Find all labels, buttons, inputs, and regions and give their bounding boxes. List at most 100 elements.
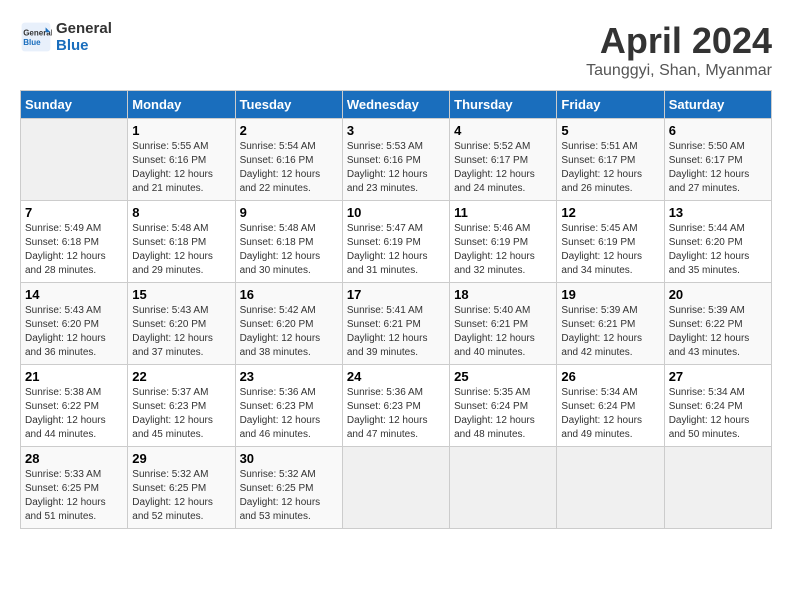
logo-icon: General Blue — [20, 21, 52, 53]
calendar-cell: 13 Sunrise: 5:44 AM Sunset: 6:20 PM Dayli… — [664, 201, 771, 283]
calendar-cell: 6 Sunrise: 5:50 AM Sunset: 6:17 PM Daylig… — [664, 119, 771, 201]
calendar-cell: 4 Sunrise: 5:52 AM Sunset: 6:17 PM Daylig… — [450, 119, 557, 201]
calendar-day-header: Wednesday — [342, 91, 449, 119]
day-number: 7 — [25, 205, 123, 220]
day-number: 13 — [669, 205, 767, 220]
day-info: Sunrise: 5:48 AM Sunset: 6:18 PM Dayligh… — [132, 222, 230, 278]
day-info: Sunrise: 5:43 AM Sunset: 6:20 PM Dayligh… — [132, 304, 230, 360]
day-info: Sunrise: 5:39 AM Sunset: 6:22 PM Dayligh… — [669, 304, 767, 360]
calendar-week-row: 28 Sunrise: 5:33 AM Sunset: 6:25 PM Dayli… — [21, 447, 772, 529]
calendar-day-header: Thursday — [450, 91, 557, 119]
calendar-day-header: Friday — [557, 91, 664, 119]
calendar-cell: 3 Sunrise: 5:53 AM Sunset: 6:16 PM Daylig… — [342, 119, 449, 201]
day-info: Sunrise: 5:36 AM Sunset: 6:23 PM Dayligh… — [347, 386, 445, 442]
logo-text-line1: General — [56, 20, 112, 37]
day-number: 30 — [240, 451, 338, 466]
logo: General Blue General Blue — [20, 20, 112, 54]
day-number: 18 — [454, 287, 552, 302]
day-number: 19 — [561, 287, 659, 302]
calendar-cell: 1 Sunrise: 5:55 AM Sunset: 6:16 PM Daylig… — [128, 119, 235, 201]
calendar-cell: 17 Sunrise: 5:41 AM Sunset: 6:21 PM Dayli… — [342, 283, 449, 365]
day-info: Sunrise: 5:51 AM Sunset: 6:17 PM Dayligh… — [561, 140, 659, 196]
day-info: Sunrise: 5:48 AM Sunset: 6:18 PM Dayligh… — [240, 222, 338, 278]
day-number: 15 — [132, 287, 230, 302]
calendar-week-row: 14 Sunrise: 5:43 AM Sunset: 6:20 PM Dayli… — [21, 283, 772, 365]
day-info: Sunrise: 5:49 AM Sunset: 6:18 PM Dayligh… — [25, 222, 123, 278]
calendar-cell: 8Sunrise: 5:48 AM Sunset: 6:18 PM Daylig… — [128, 201, 235, 283]
day-number: 16 — [240, 287, 338, 302]
day-info: Sunrise: 5:35 AM Sunset: 6:24 PM Dayligh… — [454, 386, 552, 442]
day-number: 14 — [25, 287, 123, 302]
calendar-cell: 27 Sunrise: 5:34 AM Sunset: 6:24 PM Dayli… — [664, 365, 771, 447]
day-number: 22 — [132, 369, 230, 384]
calendar-week-row: 1 Sunrise: 5:55 AM Sunset: 6:16 PM Daylig… — [21, 119, 772, 201]
day-info: Sunrise: 5:39 AM Sunset: 6:21 PM Dayligh… — [561, 304, 659, 360]
calendar-cell: 26Sunrise: 5:34 AM Sunset: 6:24 PM Dayli… — [557, 365, 664, 447]
day-number: 3 — [347, 123, 445, 138]
day-info: Sunrise: 5:41 AM Sunset: 6:21 PM Dayligh… — [347, 304, 445, 360]
day-info: Sunrise: 5:42 AM Sunset: 6:20 PM Dayligh… — [240, 304, 338, 360]
day-info: Sunrise: 5:46 AM Sunset: 6:19 PM Dayligh… — [454, 222, 552, 278]
day-info: Sunrise: 5:50 AM Sunset: 6:17 PM Dayligh… — [669, 140, 767, 196]
day-number: 11 — [454, 205, 552, 220]
day-number: 24 — [347, 369, 445, 384]
day-number: 5 — [561, 123, 659, 138]
day-number: 29 — [132, 451, 230, 466]
calendar-table: SundayMondayTuesdayWednesdayThursdayFrid… — [20, 90, 772, 529]
calendar-cell: 29 Sunrise: 5:32 AM Sunset: 6:25 PM Dayli… — [128, 447, 235, 529]
calendar-cell: 5 Sunrise: 5:51 AM Sunset: 6:17 PM Daylig… — [557, 119, 664, 201]
calendar-cell — [21, 119, 128, 201]
day-info: Sunrise: 5:37 AM Sunset: 6:23 PM Dayligh… — [132, 386, 230, 442]
calendar-cell — [664, 447, 771, 529]
day-info: Sunrise: 5:33 AM Sunset: 6:25 PM Dayligh… — [25, 468, 123, 524]
day-info: Sunrise: 5:53 AM Sunset: 6:16 PM Dayligh… — [347, 140, 445, 196]
svg-text:Blue: Blue — [23, 38, 41, 47]
calendar-cell: 12Sunrise: 5:45 AM Sunset: 6:19 PM Dayli… — [557, 201, 664, 283]
logo-text-line2: Blue — [56, 37, 112, 54]
day-number: 27 — [669, 369, 767, 384]
day-number: 28 — [25, 451, 123, 466]
day-number: 1 — [132, 123, 230, 138]
calendar-cell: 16 Sunrise: 5:42 AM Sunset: 6:20 PM Dayli… — [235, 283, 342, 365]
calendar-cell: 10Sunrise: 5:47 AM Sunset: 6:19 PM Dayli… — [342, 201, 449, 283]
calendar-body: 1 Sunrise: 5:55 AM Sunset: 6:16 PM Daylig… — [21, 119, 772, 529]
calendar-cell: 30 Sunrise: 5:32 AM Sunset: 6:25 PM Dayli… — [235, 447, 342, 529]
calendar-cell: 2Sunrise: 5:54 AM Sunset: 6:16 PM Daylig… — [235, 119, 342, 201]
calendar-cell: 20 Sunrise: 5:39 AM Sunset: 6:22 PM Dayli… — [664, 283, 771, 365]
day-info: Sunrise: 5:44 AM Sunset: 6:20 PM Dayligh… — [669, 222, 767, 278]
day-number: 17 — [347, 287, 445, 302]
subtitle: Taunggyi, Shan, Myanmar — [586, 62, 772, 80]
day-number: 26 — [561, 369, 659, 384]
calendar-week-row: 7 Sunrise: 5:49 AM Sunset: 6:18 PM Daylig… — [21, 201, 772, 283]
day-info: Sunrise: 5:40 AM Sunset: 6:21 PM Dayligh… — [454, 304, 552, 360]
day-info: Sunrise: 5:32 AM Sunset: 6:25 PM Dayligh… — [240, 468, 338, 524]
calendar-cell — [342, 447, 449, 529]
calendar-header-row: SundayMondayTuesdayWednesdayThursdayFrid… — [21, 91, 772, 119]
day-info: Sunrise: 5:34 AM Sunset: 6:24 PM Dayligh… — [669, 386, 767, 442]
day-info: Sunrise: 5:38 AM Sunset: 6:22 PM Dayligh… — [25, 386, 123, 442]
day-info: Sunrise: 5:32 AM Sunset: 6:25 PM Dayligh… — [132, 468, 230, 524]
title-area: April 2024 Taunggyi, Shan, Myanmar — [586, 20, 772, 80]
calendar-cell: 19 Sunrise: 5:39 AM Sunset: 6:21 PM Dayli… — [557, 283, 664, 365]
calendar-week-row: 21 Sunrise: 5:38 AM Sunset: 6:22 PM Dayli… — [21, 365, 772, 447]
calendar-cell: 24 Sunrise: 5:36 AM Sunset: 6:23 PM Dayli… — [342, 365, 449, 447]
day-number: 23 — [240, 369, 338, 384]
calendar-day-header: Sunday — [21, 91, 128, 119]
day-number: 25 — [454, 369, 552, 384]
main-title: April 2024 — [586, 20, 772, 62]
calendar-day-header: Tuesday — [235, 91, 342, 119]
calendar-cell: 18 Sunrise: 5:40 AM Sunset: 6:21 PM Dayli… — [450, 283, 557, 365]
day-number: 21 — [25, 369, 123, 384]
day-info: Sunrise: 5:47 AM Sunset: 6:19 PM Dayligh… — [347, 222, 445, 278]
day-info: Sunrise: 5:55 AM Sunset: 6:16 PM Dayligh… — [132, 140, 230, 196]
day-number: 6 — [669, 123, 767, 138]
day-number: 4 — [454, 123, 552, 138]
day-number: 2 — [240, 123, 338, 138]
day-info: Sunrise: 5:43 AM Sunset: 6:20 PM Dayligh… — [25, 304, 123, 360]
calendar-cell: 15 Sunrise: 5:43 AM Sunset: 6:20 PM Dayli… — [128, 283, 235, 365]
calendar-cell: 11 Sunrise: 5:46 AM Sunset: 6:19 PM Dayli… — [450, 201, 557, 283]
calendar-cell: 14 Sunrise: 5:43 AM Sunset: 6:20 PM Dayli… — [21, 283, 128, 365]
day-number: 20 — [669, 287, 767, 302]
calendar-cell: 25 Sunrise: 5:35 AM Sunset: 6:24 PM Dayli… — [450, 365, 557, 447]
day-info: Sunrise: 5:52 AM Sunset: 6:17 PM Dayligh… — [454, 140, 552, 196]
